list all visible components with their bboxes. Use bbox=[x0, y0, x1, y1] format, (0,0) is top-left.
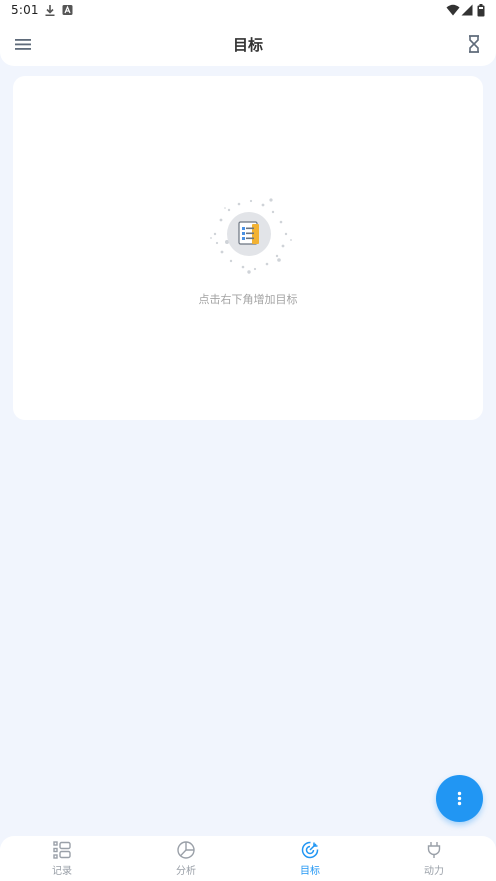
nav-label-goals: 目标 bbox=[300, 866, 320, 877]
wifi-icon bbox=[446, 4, 460, 16]
signal-icon bbox=[461, 4, 473, 16]
app-bar: 目标 bbox=[0, 22, 496, 66]
download-icon bbox=[45, 5, 55, 16]
empty-state-illustration bbox=[210, 198, 292, 274]
empty-state-message: 点击右下角增加目标 bbox=[198, 293, 298, 306]
status-bar: 5:01 bbox=[0, 0, 496, 22]
nav-item-goals[interactable]: 目标 bbox=[248, 836, 372, 881]
more-vertical-icon bbox=[457, 791, 462, 806]
bottom-navigation: 记录 分析 目标 动力 bbox=[0, 836, 496, 881]
nav-label-motivation: 动力 bbox=[424, 866, 444, 877]
more-actions-button[interactable] bbox=[436, 775, 483, 822]
nav-label-analysis: 分析 bbox=[176, 866, 196, 877]
target-icon bbox=[301, 841, 319, 859]
nav-item-records[interactable]: 记录 bbox=[0, 836, 124, 881]
a-badge-icon bbox=[62, 5, 73, 15]
pie-chart-icon bbox=[177, 841, 195, 859]
status-time: 5:01 bbox=[11, 3, 39, 17]
list-icon bbox=[53, 841, 71, 859]
battery-icon bbox=[477, 4, 485, 17]
plug-icon bbox=[427, 842, 441, 858]
goals-screen: 5:01 目标 点击右下角增加目标 记录 分析 目标 动力 bbox=[0, 0, 496, 881]
page-title: 目标 bbox=[232, 36, 263, 54]
nav-item-analysis[interactable]: 分析 bbox=[124, 836, 248, 881]
nav-item-motivation[interactable]: 动力 bbox=[372, 836, 496, 881]
hourglass-icon[interactable] bbox=[464, 33, 484, 55]
nav-label-records: 记录 bbox=[52, 866, 72, 877]
goals-card: 点击右下角增加目标 bbox=[13, 76, 483, 420]
